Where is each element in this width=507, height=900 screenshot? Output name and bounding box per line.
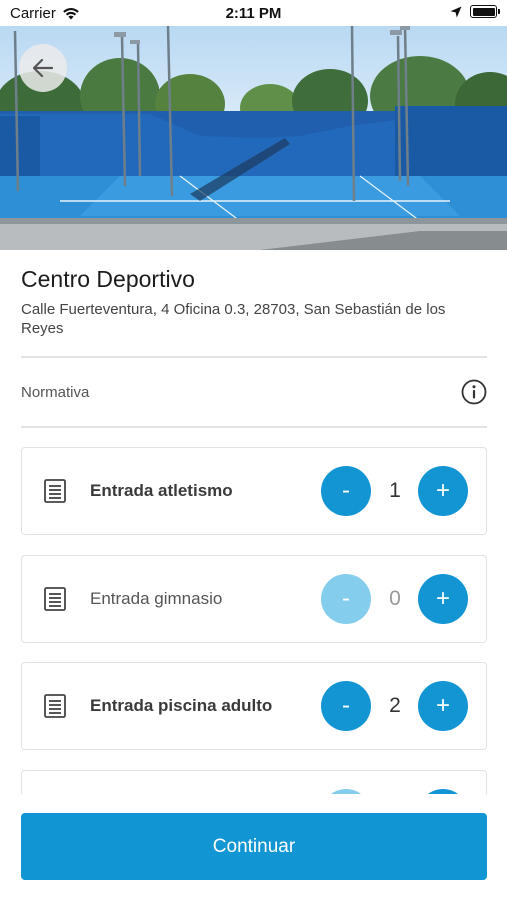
ticket-quantity: 1: [389, 479, 401, 502]
rules-label: Normativa: [21, 383, 90, 401]
increment-button[interactable]: +: [418, 574, 468, 624]
ticket-label: Entrada piscina adulto: [90, 696, 273, 715]
ticket-list[interactable]: Entrada atletismo - 1 + Entrada gimnasio…: [0, 430, 507, 794]
clock: 2:11 PM: [225, 5, 282, 22]
venue-title: Centro Deportivo: [21, 266, 195, 292]
rules-row[interactable]: Normativa: [21, 358, 487, 426]
decrement-button[interactable]: [321, 789, 371, 794]
battery-icon: [470, 5, 500, 18]
arrow-left-icon: [33, 59, 53, 77]
location-arrow-icon: [450, 6, 462, 17]
ticket-quantity: 0: [389, 587, 401, 610]
increment-button[interactable]: [418, 789, 468, 794]
ticket-item: Entrada atletismo - 1 +: [21, 447, 487, 535]
ticket-list-icon: [44, 587, 66, 611]
increment-button[interactable]: +: [418, 466, 468, 516]
continue-button[interactable]: Continuar: [21, 813, 487, 880]
back-button[interactable]: [19, 44, 67, 92]
venue-photo: [0, 26, 507, 250]
info-icon[interactable]: [461, 379, 487, 405]
ticket-quantity: 2: [389, 694, 401, 717]
ticket-item: Entrada piscina adulto - 2 +: [21, 662, 487, 750]
ticket-item-partial: [21, 770, 487, 794]
venue-address: Calle Fuerteventura, 4 Oficina 0.3, 2870…: [21, 301, 446, 337]
ticket-list-icon: [44, 694, 66, 718]
decrement-button[interactable]: -: [321, 574, 371, 624]
decrement-button[interactable]: -: [321, 466, 371, 516]
decrement-button[interactable]: -: [321, 681, 371, 731]
increment-button[interactable]: +: [418, 681, 468, 731]
divider: [21, 426, 487, 428]
ticket-label: Entrada gimnasio: [90, 589, 223, 608]
ticket-label: Entrada atletismo: [90, 481, 233, 500]
ticket-item: Entrada gimnasio - 0 +: [21, 555, 487, 643]
status-bar: Carrier 2:11 PM: [0, 0, 507, 26]
ticket-list-icon: [44, 479, 66, 503]
